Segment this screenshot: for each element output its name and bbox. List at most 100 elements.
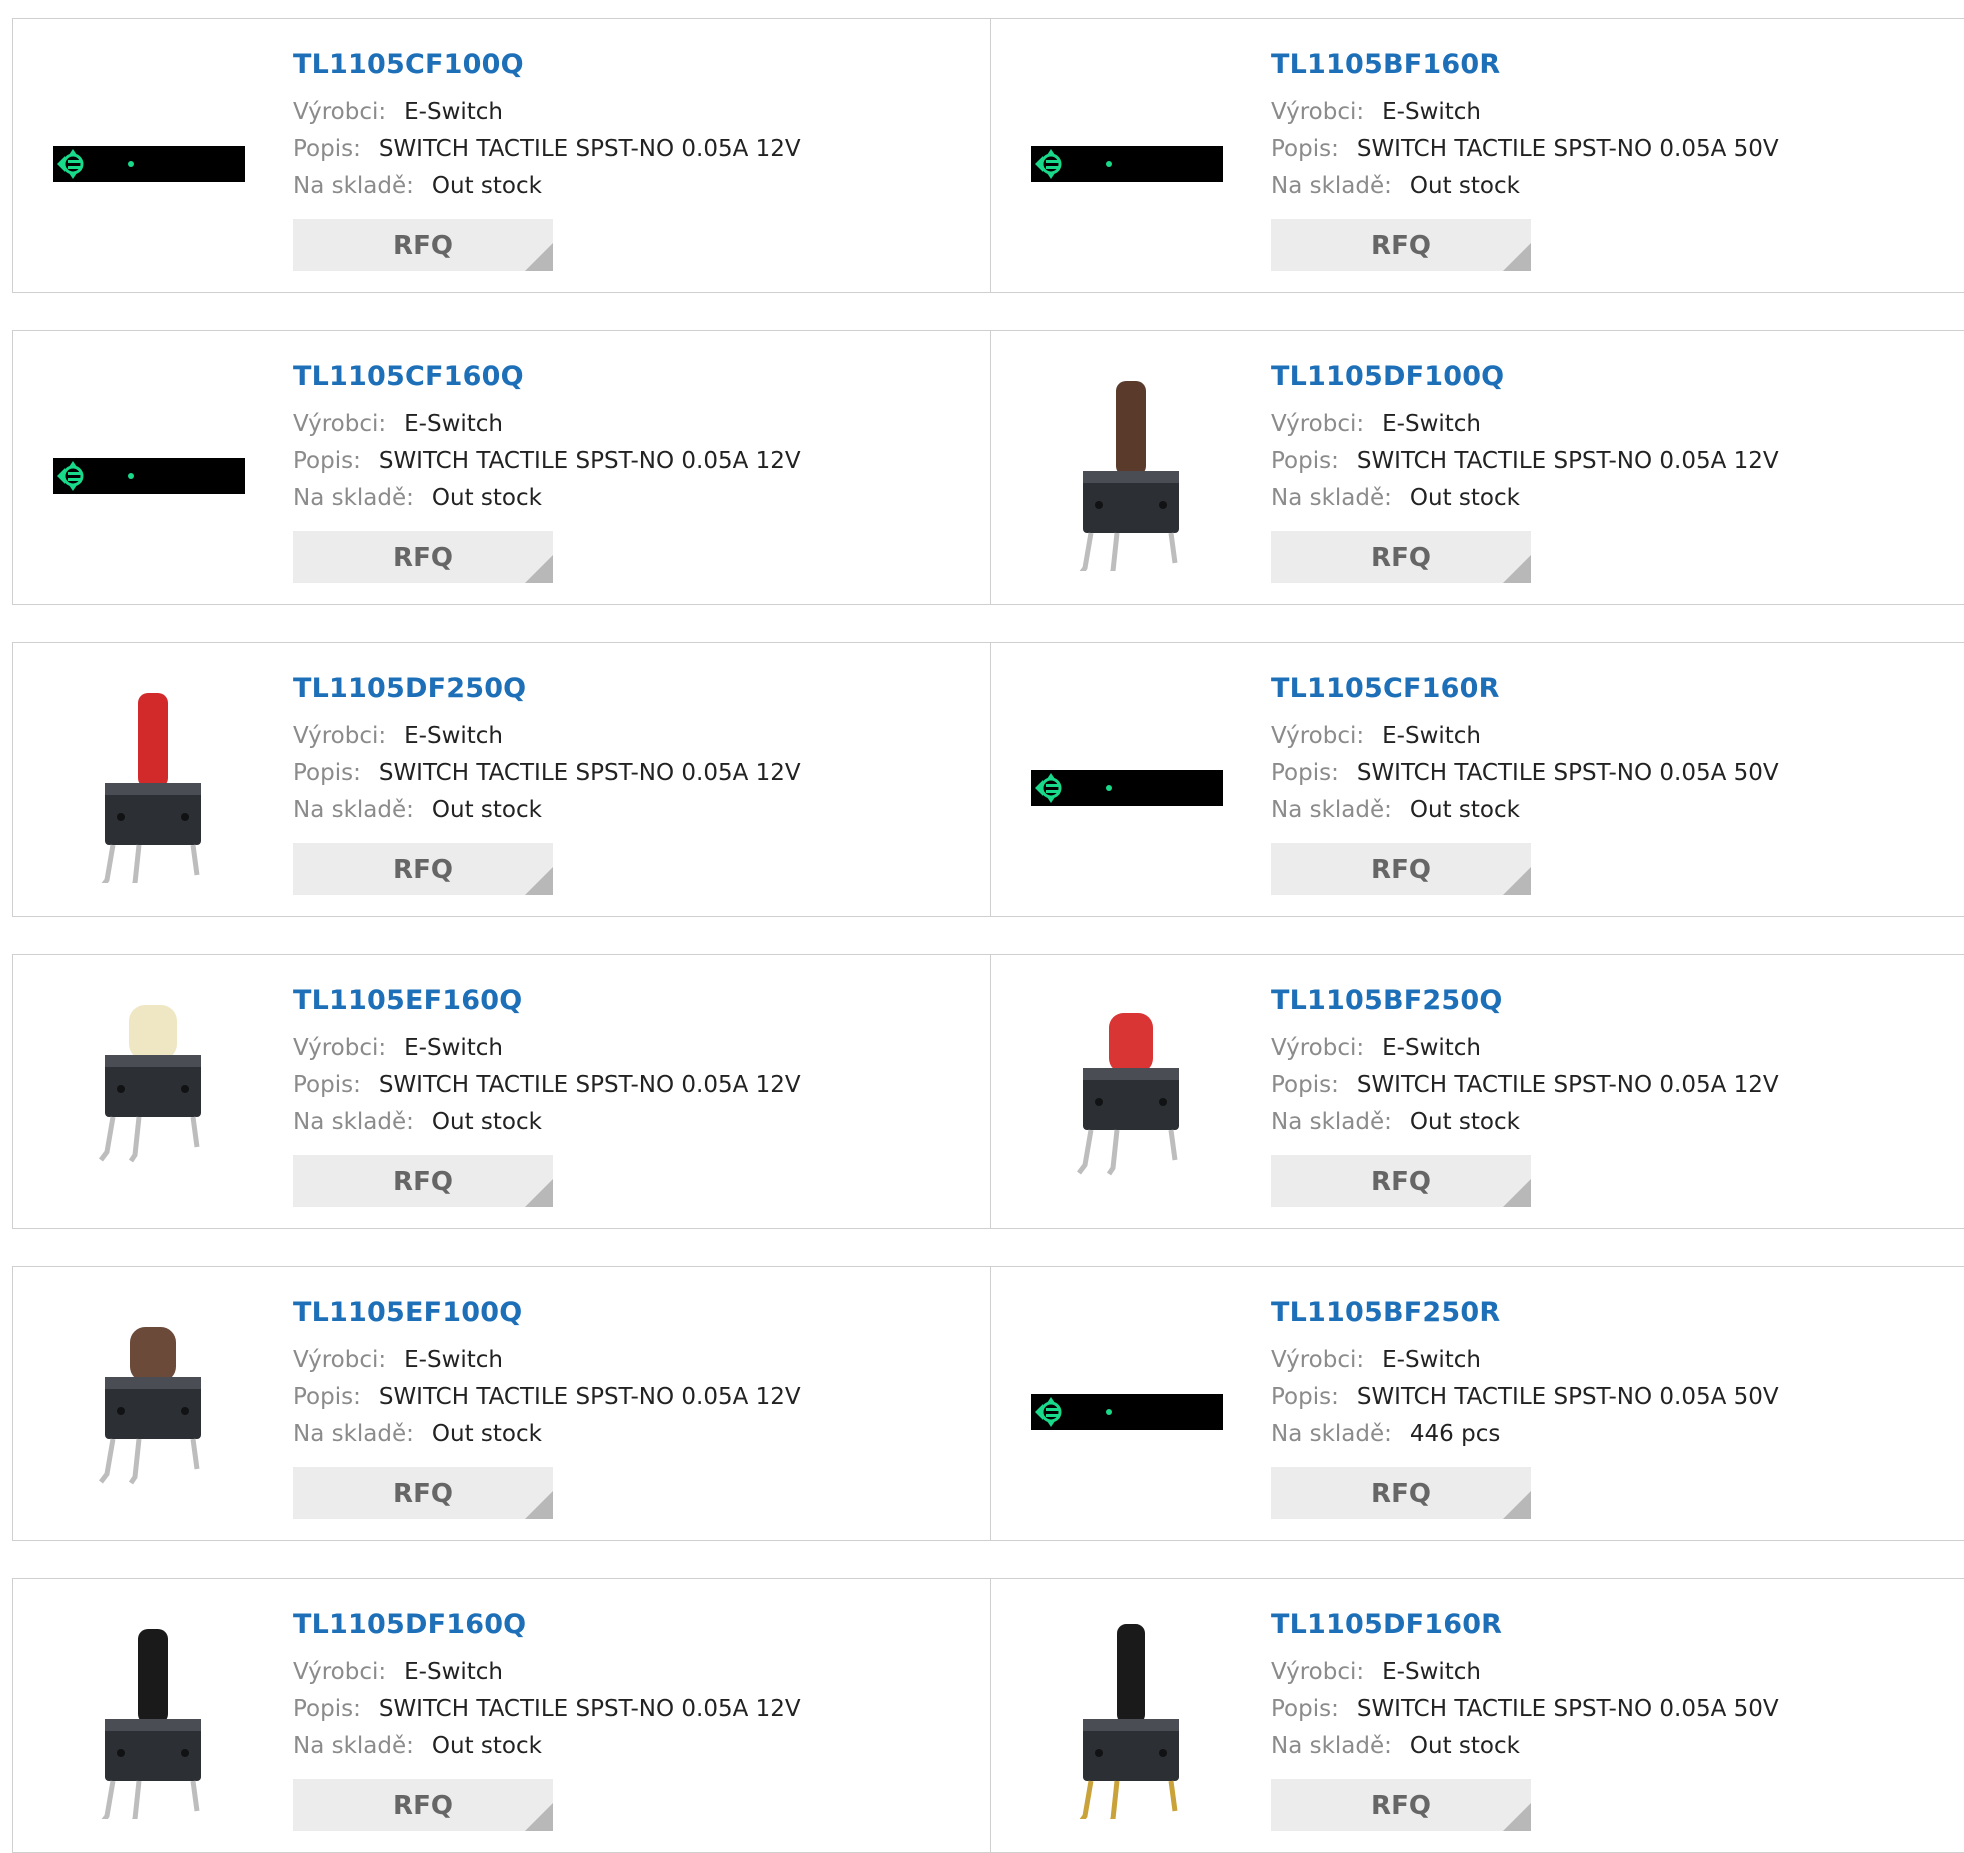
product-part-link[interactable]: TL1105DF160R (1271, 1609, 1779, 1640)
product-part-link[interactable]: TL1105DF160Q (293, 1609, 801, 1640)
stock-label: Na skladě: (293, 485, 414, 511)
manufacturer-line: Výrobci: E-Switch (1271, 1654, 1779, 1691)
description-label: Popis: (293, 448, 361, 474)
stock-value: 446 pcs (1409, 1421, 1501, 1447)
manufacturer-label: Výrobci: (293, 723, 387, 749)
description-label: Popis: (1271, 1384, 1339, 1410)
stock-value: Out stock (1409, 1733, 1520, 1759)
rfq-button[interactable]: RFQ (1271, 1155, 1531, 1207)
corner-triangle-icon (1503, 555, 1531, 583)
manufacturer-line: Výrobci: E-Switch (293, 718, 801, 755)
manufacturer-line: Výrobci: E-Switch (1271, 1030, 1779, 1067)
product-image[interactable] (53, 995, 253, 1195)
product-part-link[interactable]: TL1105CF160Q (293, 361, 801, 392)
stock-line: Na skladě: Out stock (1271, 792, 1779, 829)
product-part-link[interactable]: TL1105CF100Q (293, 49, 801, 80)
rfq-button-label: RFQ (1371, 1167, 1431, 1197)
rfq-button[interactable]: RFQ (293, 219, 553, 271)
corner-triangle-icon (525, 1491, 553, 1519)
rfq-button[interactable]: RFQ (1271, 219, 1531, 271)
rfq-button[interactable]: RFQ (293, 531, 553, 583)
product-part-link[interactable]: TL1105BF250Q (1271, 985, 1779, 1016)
rfq-button[interactable]: RFQ (1271, 1779, 1531, 1831)
product-part-link[interactable]: TL1105DF100Q (1271, 361, 1779, 392)
description-label: Popis: (1271, 760, 1339, 786)
manufacturer-label: Výrobci: (1271, 411, 1365, 437)
placeholder-image-bar (53, 458, 245, 494)
manufacturer-value: E-Switch (1382, 411, 1482, 437)
corner-triangle-icon (525, 1803, 553, 1831)
product-image-placeholder[interactable] (1031, 59, 1231, 259)
manufacturer-label: Výrobci: (1271, 1347, 1365, 1373)
product-part-link[interactable]: TL1105BF250R (1271, 1297, 1779, 1328)
product-image-placeholder[interactable] (53, 371, 253, 571)
description-label: Popis: (293, 1696, 361, 1722)
product-info: TL1105BF250Q Výrobci: E-Switch Popis: SWIT… (1271, 985, 1779, 1141)
product-part-link[interactable]: TL1105DF250Q (293, 673, 801, 704)
product-image[interactable] (53, 1307, 253, 1507)
description-line: Popis: SWITCH TACTILE SPST-NO 0.05A 12V (293, 131, 801, 168)
description-value: SWITCH TACTILE SPST-NO 0.05A 12V (378, 1384, 801, 1410)
product-info: TL1105DF250Q Výrobci: E-Switch Popis: SWIT… (293, 673, 801, 829)
description-line: Popis: SWITCH TACTILE SPST-NO 0.05A 12V (293, 1691, 801, 1728)
manufacturer-line: Výrobci: E-Switch (1271, 94, 1779, 131)
stock-line: Na skladě: Out stock (293, 168, 801, 205)
product-card: TL1105CF100Q Výrobci: E-Switch Popis: SWIT… (13, 19, 991, 292)
product-card: TL1105DF160R Výrobci: E-Switch Popis: SWIT… (991, 1579, 1964, 1852)
description-value: SWITCH TACTILE SPST-NO 0.05A 50V (1356, 760, 1779, 786)
manufacturer-value: E-Switch (404, 1347, 504, 1373)
description-value: SWITCH TACTILE SPST-NO 0.05A 12V (1356, 1072, 1779, 1098)
product-part-link[interactable]: TL1105BF160R (1271, 49, 1779, 80)
rfq-button[interactable]: RFQ (293, 843, 553, 895)
product-info: TL1105EF160Q Výrobci: E-Switch Popis: SWIT… (293, 985, 801, 1141)
manufacturer-label: Výrobci: (293, 1659, 387, 1685)
product-card: TL1105DF160Q Výrobci: E-Switch Popis: SWIT… (13, 1579, 991, 1852)
placeholder-image-bar (1031, 770, 1223, 806)
manufacturer-label: Výrobci: (1271, 1035, 1365, 1061)
description-line: Popis: SWITCH TACTILE SPST-NO 0.05A 50V (1271, 131, 1779, 168)
corner-triangle-icon (1503, 243, 1531, 271)
corner-triangle-icon (525, 867, 553, 895)
product-image[interactable] (1031, 371, 1231, 579)
rfq-button[interactable]: RFQ (1271, 843, 1531, 895)
product-image-placeholder[interactable] (53, 59, 253, 259)
product-row: TL1105CF160Q Výrobci: E-Switch Popis: SWIT… (12, 330, 1964, 605)
stock-value: Out stock (1409, 797, 1520, 823)
stock-line: Na skladě: Out stock (293, 1416, 801, 1453)
rfq-button-label: RFQ (393, 1479, 453, 1509)
product-image[interactable] (1031, 1619, 1231, 1827)
manufacturer-line: Výrobci: E-Switch (293, 1342, 801, 1379)
product-image[interactable] (53, 683, 253, 891)
stock-label: Na skladě: (293, 1733, 414, 1759)
product-image[interactable] (1031, 995, 1231, 1195)
product-row: TL1105EF100Q Výrobci: E-Switch Popis: SWIT… (12, 1266, 1964, 1541)
product-image-placeholder[interactable] (1031, 683, 1231, 883)
description-line: Popis: SWITCH TACTILE SPST-NO 0.05A 50V (1271, 1691, 1779, 1728)
product-part-link[interactable]: TL1105EF160Q (293, 985, 801, 1016)
rfq-button[interactable]: RFQ (293, 1779, 553, 1831)
description-line: Popis: SWITCH TACTILE SPST-NO 0.05A 12V (1271, 1067, 1779, 1104)
manufacturer-value: E-Switch (1382, 1347, 1482, 1373)
manufacturer-line: Výrobci: E-Switch (293, 94, 801, 131)
product-part-link[interactable]: TL1105EF100Q (293, 1297, 801, 1328)
product-info: TL1105CF160Q Výrobci: E-Switch Popis: SWIT… (293, 361, 801, 517)
description-line: Popis: SWITCH TACTILE SPST-NO 0.05A 12V (293, 1379, 801, 1416)
product-card: TL1105DF100Q Výrobci: E-Switch Popis: SWIT… (991, 331, 1964, 604)
rfq-button[interactable]: RFQ (293, 1155, 553, 1207)
product-image-placeholder[interactable] (1031, 1307, 1231, 1507)
product-info: TL1105CF160R Výrobci: E-Switch Popis: SWIT… (1271, 673, 1779, 829)
manufacturer-label: Výrobci: (1271, 723, 1365, 749)
description-value: SWITCH TACTILE SPST-NO 0.05A 12V (378, 1072, 801, 1098)
rfq-button[interactable]: RFQ (293, 1467, 553, 1519)
rfq-button[interactable]: RFQ (1271, 1467, 1531, 1519)
manufacturer-label: Výrobci: (293, 99, 387, 125)
product-info: TL1105EF100Q Výrobci: E-Switch Popis: SWIT… (293, 1297, 801, 1453)
stock-label: Na skladě: (1271, 1421, 1392, 1447)
product-part-link[interactable]: TL1105CF160R (1271, 673, 1779, 704)
stock-line: Na skladě: 446 pcs (1271, 1416, 1779, 1453)
stock-line: Na skladě: Out stock (293, 1104, 801, 1141)
rfq-button[interactable]: RFQ (1271, 531, 1531, 583)
rfq-button-label: RFQ (1371, 1791, 1431, 1821)
manufacturer-line: Výrobci: E-Switch (1271, 1342, 1779, 1379)
product-image[interactable] (53, 1619, 253, 1827)
